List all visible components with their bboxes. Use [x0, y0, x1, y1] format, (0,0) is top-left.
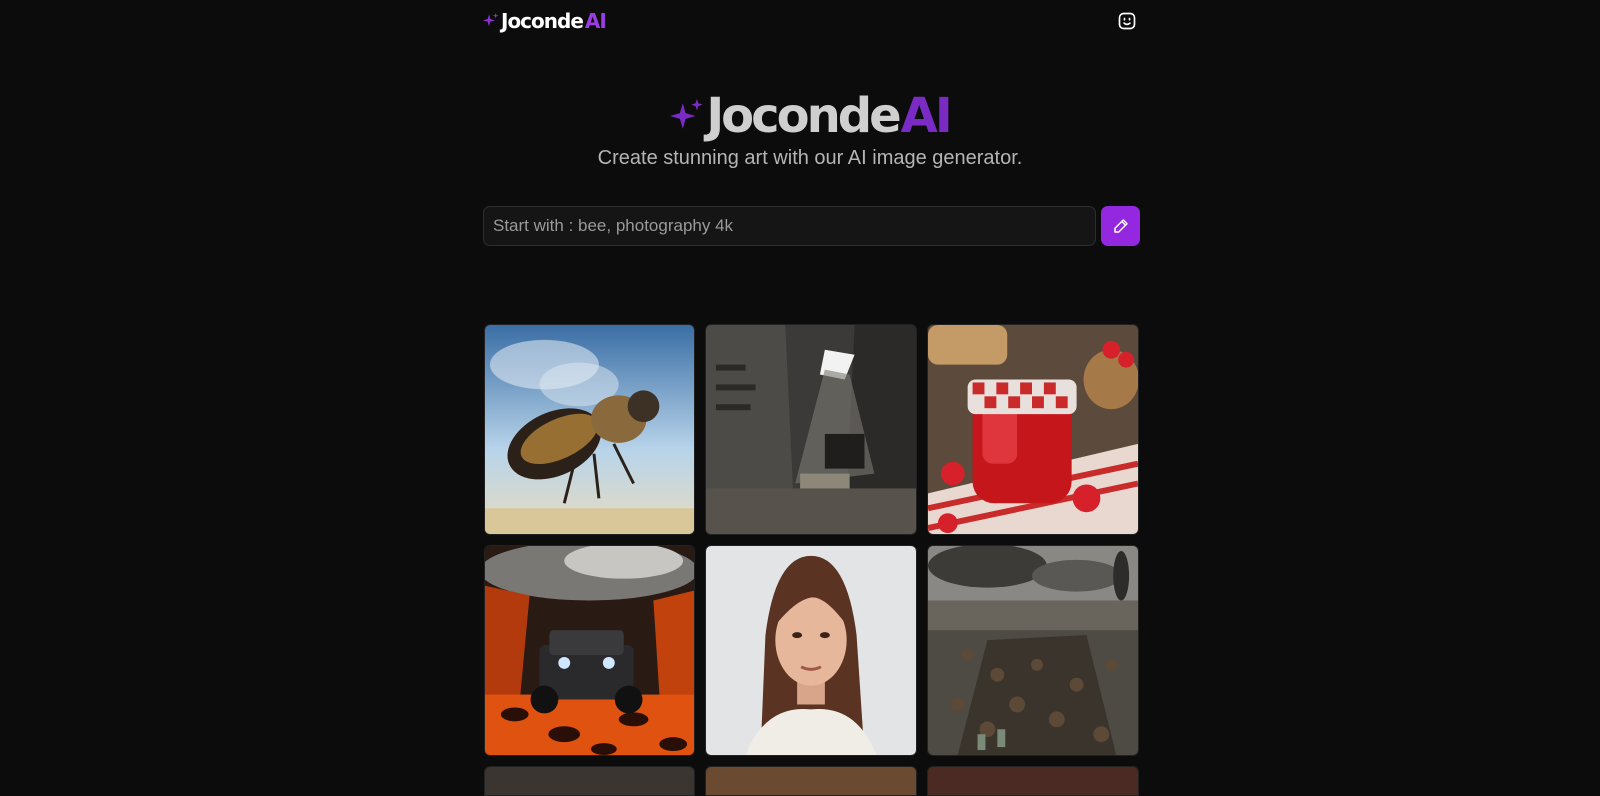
profile-button[interactable] [1114, 8, 1140, 34]
top-bar: Joconde AI [483, 6, 1140, 36]
portrait-image [706, 546, 916, 755]
hero-title-accent: AI [900, 88, 953, 144]
generate-button[interactable] [1101, 206, 1140, 246]
lava-jeep-image [485, 546, 694, 755]
image-gallery [484, 324, 1139, 796]
hero-title: Joconde AI [0, 88, 1600, 144]
gallery-item-jam[interactable] [927, 324, 1139, 535]
prompt-row [483, 206, 1140, 246]
gallery-item-bee[interactable] [484, 324, 695, 535]
gallery-item-woman[interactable] [705, 545, 917, 756]
battlefield-image [928, 546, 1138, 755]
sparkle-icon [483, 13, 499, 29]
sparkle-icon [670, 99, 704, 133]
pencil-icon [1113, 219, 1128, 233]
gallery-item-jeep[interactable] [484, 545, 695, 756]
gallery-item-partial[interactable] [927, 766, 1139, 796]
bee-image [485, 325, 694, 534]
hero-title-word: Joconde [706, 88, 901, 144]
prompt-input[interactable] [483, 206, 1096, 246]
tomb-image [706, 325, 916, 534]
smile-icon [1118, 12, 1136, 30]
gallery-item-partial[interactable] [705, 766, 917, 796]
gallery-item-tomb[interactable] [705, 324, 917, 535]
logo-accent: AI [584, 9, 607, 33]
gallery-item-soldiers[interactable] [927, 545, 1139, 756]
gallery-item-partial[interactable] [484, 766, 695, 796]
logo-word: Joconde [501, 9, 584, 33]
header-logo[interactable]: Joconde AI [483, 9, 607, 33]
hero-subtitle: Create stunning art with our AI image ge… [597, 147, 1023, 169]
strawberry-jam-image [928, 325, 1138, 534]
